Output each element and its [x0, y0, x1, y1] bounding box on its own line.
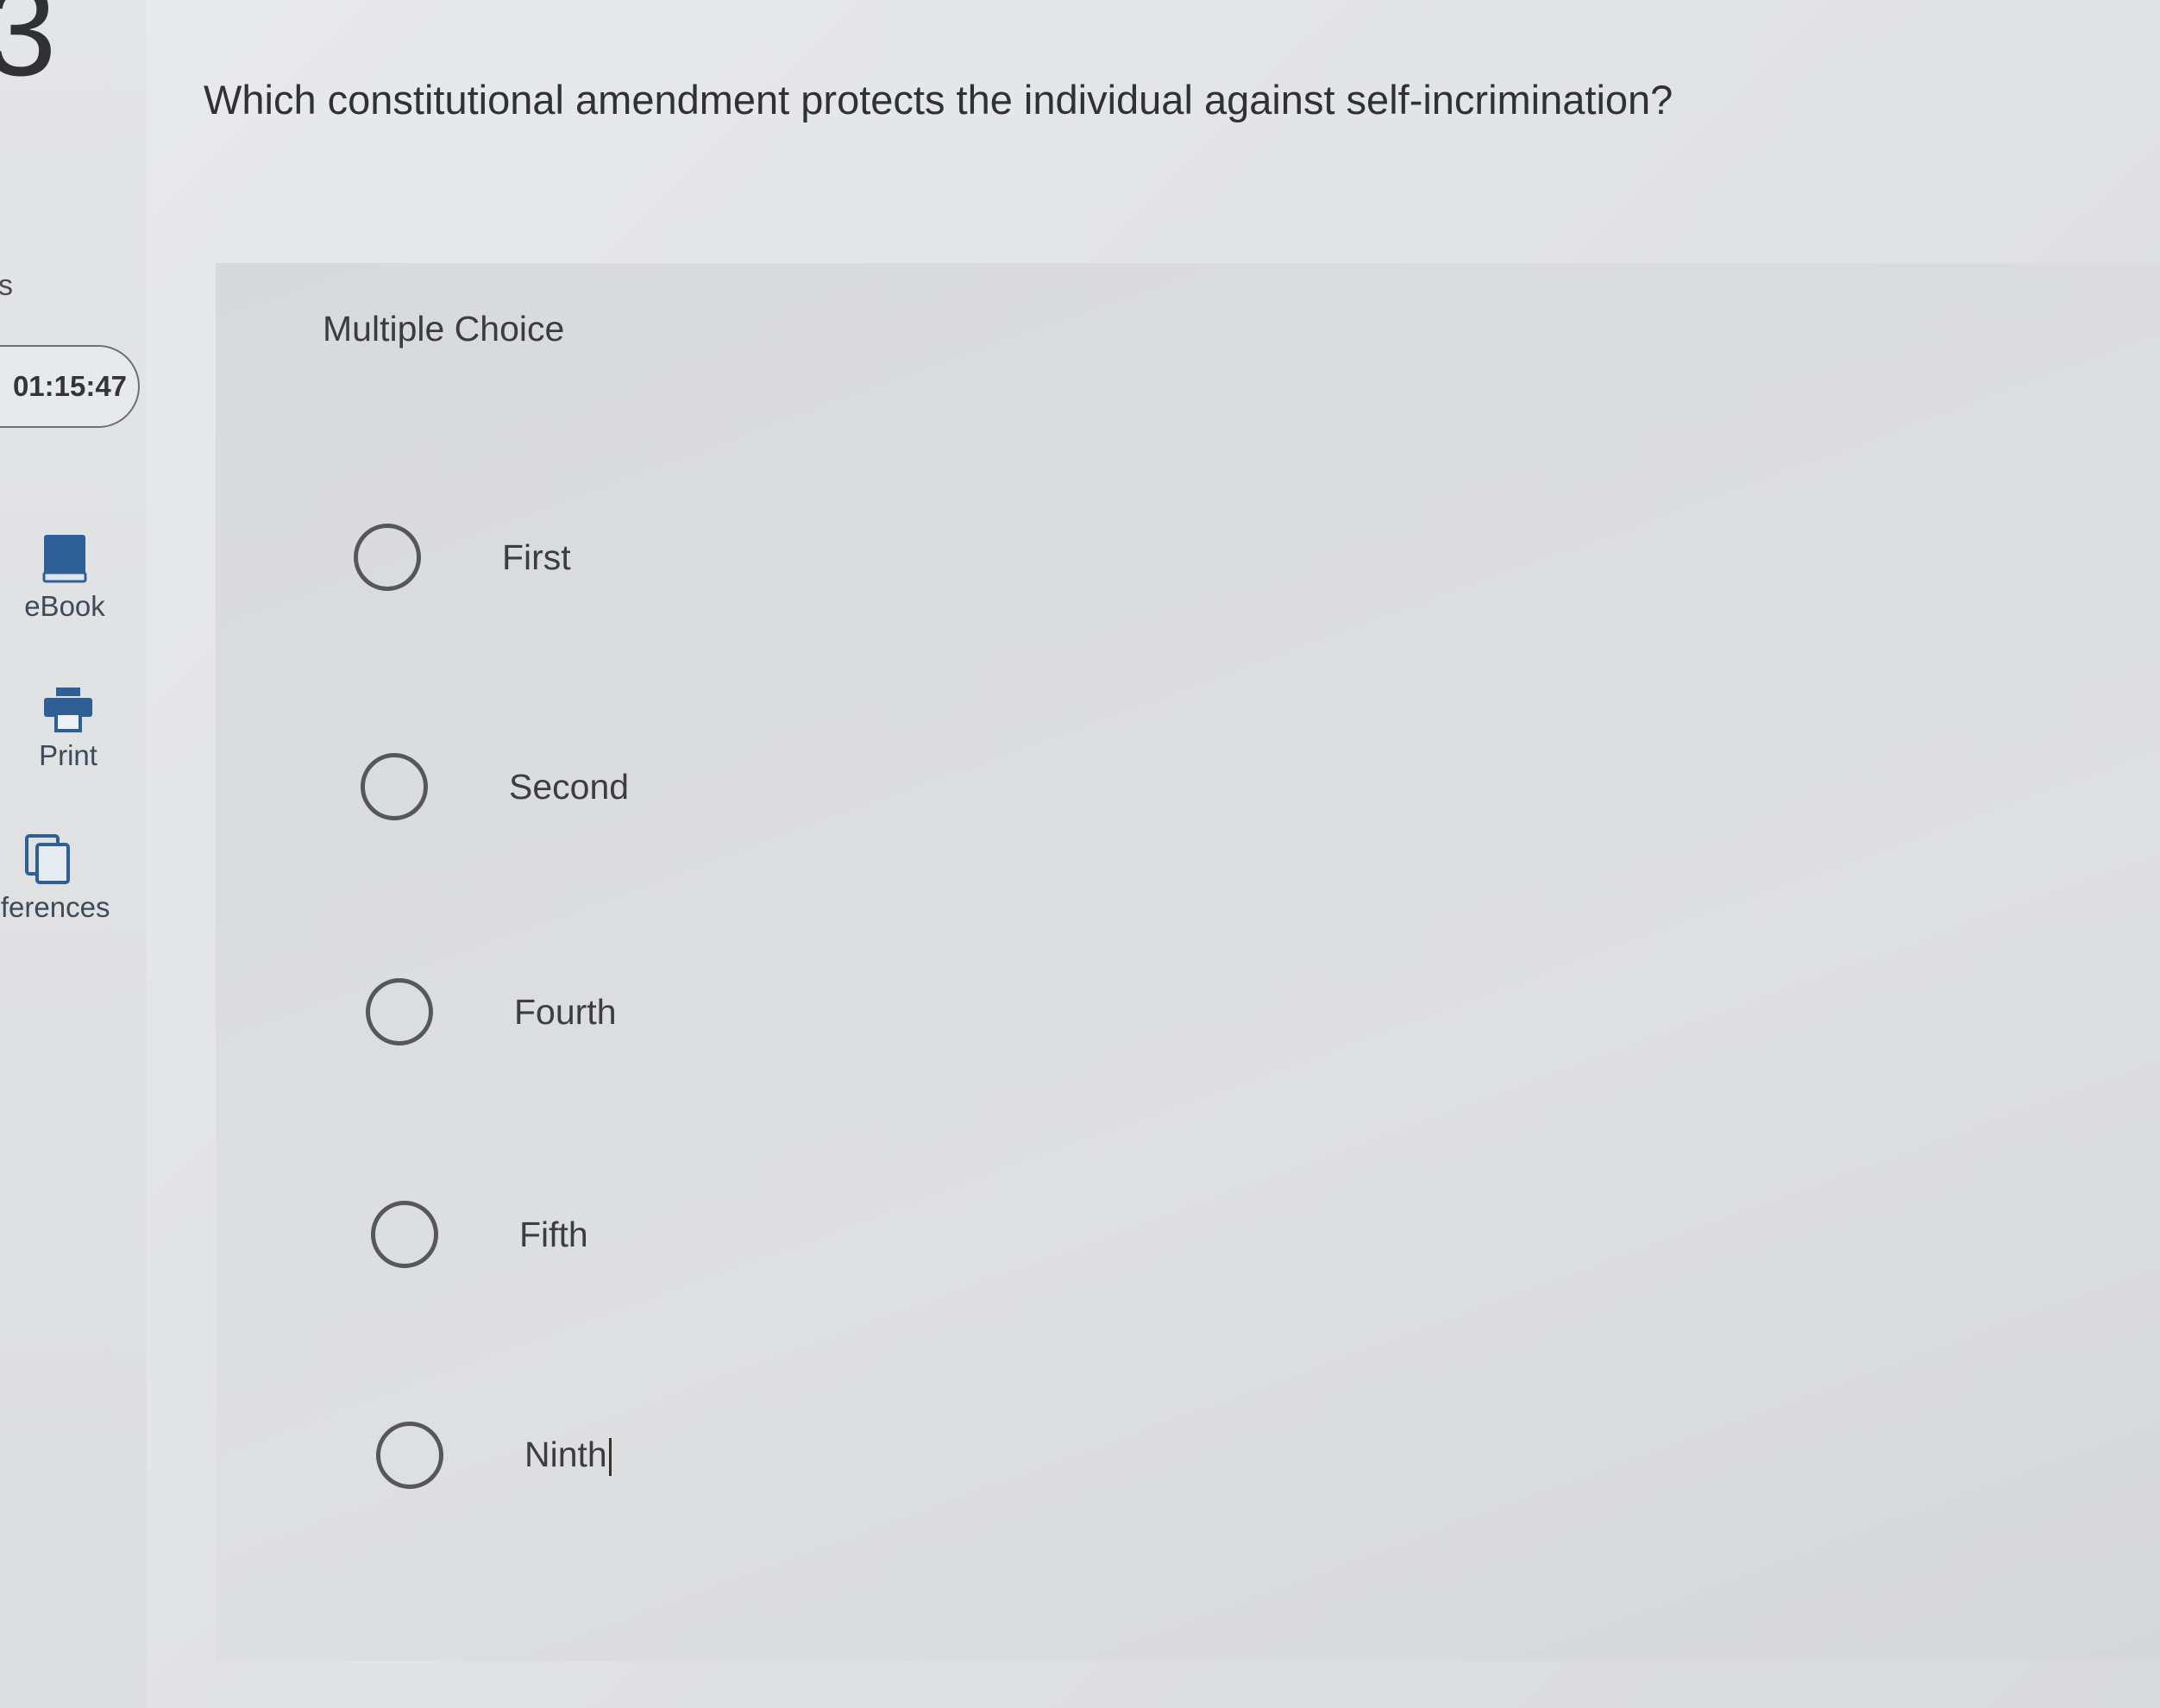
question-number: 3	[0, 0, 57, 103]
radio-button[interactable]	[354, 524, 421, 591]
references-label: eferences	[0, 891, 110, 923]
radio-button[interactable]	[376, 1422, 443, 1489]
option-label: First	[502, 537, 571, 577]
ebook-label: eBook	[24, 590, 105, 622]
option-fifth[interactable]: Fifth	[371, 1201, 588, 1268]
sidebar-partial-label: s	[0, 269, 13, 302]
timer[interactable]: 01:15:47	[0, 345, 140, 428]
option-label: Fourth	[514, 991, 617, 1032]
printer-icon	[44, 688, 92, 732]
sidebar: 3 s 01:15:47 eBook Print eferences	[0, 0, 147, 1708]
question-type-label: Multiple Choice	[323, 309, 565, 349]
option-label: Ninth	[524, 1434, 612, 1477]
radio-button[interactable]	[361, 753, 428, 820]
print-label: Print	[39, 739, 97, 771]
option-second[interactable]: Second	[361, 753, 629, 820]
ebook-button[interactable]: eBook	[0, 533, 138, 623]
references-icon	[25, 834, 70, 884]
text-cursor	[608, 1438, 612, 1477]
option-first[interactable]: First	[354, 524, 571, 591]
question-text: Which constitutional amendment protects …	[204, 77, 1673, 122]
option-label: Fifth	[519, 1214, 588, 1254]
radio-button[interactable]	[371, 1201, 438, 1268]
option-label: Second	[509, 766, 630, 807]
ebook-icon	[42, 535, 87, 583]
option-fourth[interactable]: Fourth	[366, 978, 617, 1046]
option-ninth[interactable]: Ninth	[376, 1422, 612, 1489]
references-button[interactable]: eferences	[0, 832, 121, 924]
radio-button[interactable]	[366, 978, 433, 1046]
print-button[interactable]: Print	[0, 686, 141, 772]
option-label-text: Ninth	[524, 1434, 607, 1474]
